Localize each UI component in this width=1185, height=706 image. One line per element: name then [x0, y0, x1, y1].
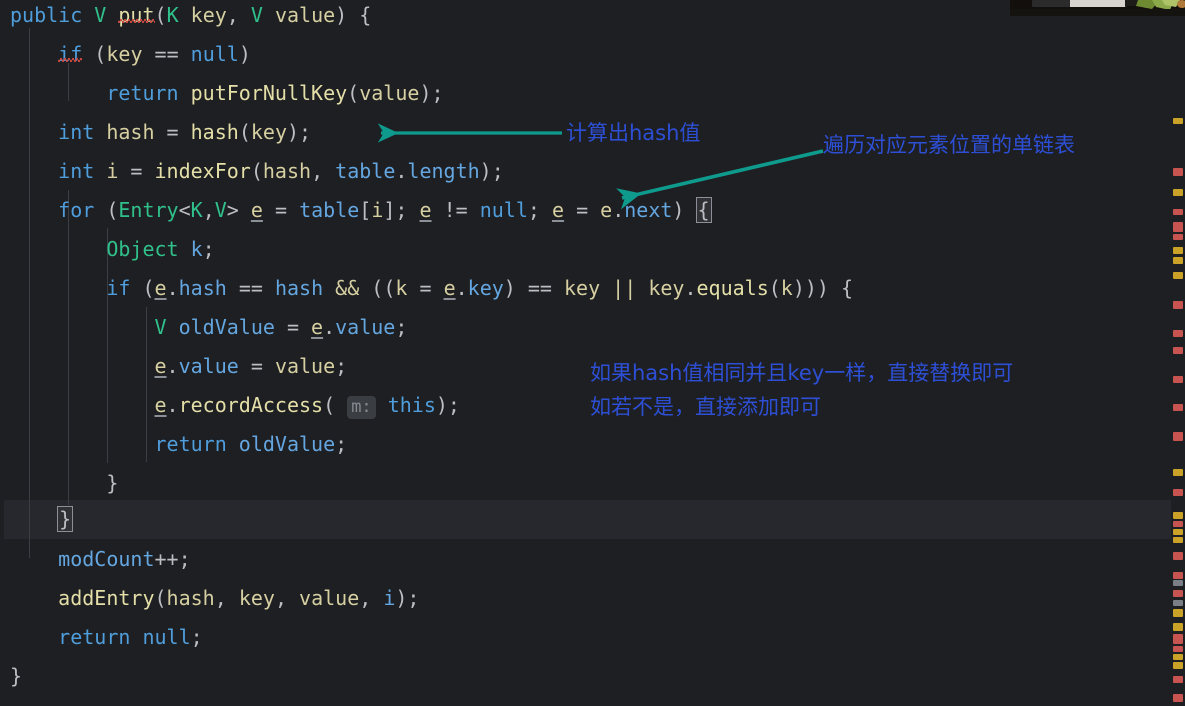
marker-warning[interactable]: [1173, 257, 1183, 264]
marker-warning[interactable]: [1173, 512, 1183, 519]
marker-warning[interactable]: [1173, 189, 1183, 196]
marker-warning[interactable]: [1173, 469, 1183, 476]
marker-error[interactable]: [1173, 301, 1183, 309]
cropped-photo-strip: [1010, 0, 1185, 16]
marker-error[interactable]: [1173, 376, 1183, 383]
marker-error[interactable]: [1173, 234, 1183, 240]
marker-error[interactable]: [1173, 432, 1183, 441]
marker-warning[interactable]: [1173, 537, 1183, 543]
marker-error[interactable]: [1173, 330, 1183, 337]
marker-error[interactable]: [1173, 222, 1183, 232]
annotation-text-layer: 计算出hash值 遍历对应元素位置的单链表 如果hash值相同并且key一样，直…: [0, 0, 1185, 706]
marker-warning[interactable]: [1173, 529, 1183, 535]
marker-info[interactable]: [1173, 580, 1183, 586]
marker-error[interactable]: [1173, 489, 1183, 496]
marker-info[interactable]: [1173, 600, 1183, 606]
marker-error[interactable]: [1173, 521, 1183, 527]
marker-error[interactable]: [1173, 209, 1183, 215]
marker-error[interactable]: [1173, 634, 1183, 644]
marker-warning[interactable]: [1173, 609, 1183, 617]
marker-error[interactable]: [1173, 552, 1183, 560]
marker-warning[interactable]: [1173, 662, 1183, 669]
annotation-hash: 计算出hash值: [566, 121, 701, 145]
marker-error[interactable]: [1173, 347, 1183, 354]
marker-error[interactable]: [1173, 694, 1183, 702]
annotation-traverse: 遍历对应元素位置的单链表: [823, 133, 1075, 157]
annotation-replace-line1: 如果hash值相同并且key一样，直接替换即可: [590, 361, 1014, 385]
marker-error[interactable]: [1173, 590, 1183, 597]
marker-error[interactable]: [1173, 572, 1183, 579]
marker-warning[interactable]: [1173, 118, 1183, 124]
marker-error[interactable]: [1173, 646, 1183, 652]
code-editor[interactable]: public V put(K key, V value) { if (key =…: [0, 0, 1185, 706]
marker-error[interactable]: [1173, 676, 1183, 683]
annotation-replace-line2: 如若不是，直接添加即可: [590, 395, 821, 419]
marker-warning[interactable]: [1173, 623, 1183, 631]
marker-warning[interactable]: [1173, 654, 1183, 660]
marker-error[interactable]: [1173, 404, 1183, 411]
error-marker-stripe[interactable]: [1171, 0, 1185, 706]
marker-warning[interactable]: [1173, 247, 1183, 254]
marker-error[interactable]: [1173, 168, 1183, 176]
marker-warning[interactable]: [1173, 272, 1183, 279]
